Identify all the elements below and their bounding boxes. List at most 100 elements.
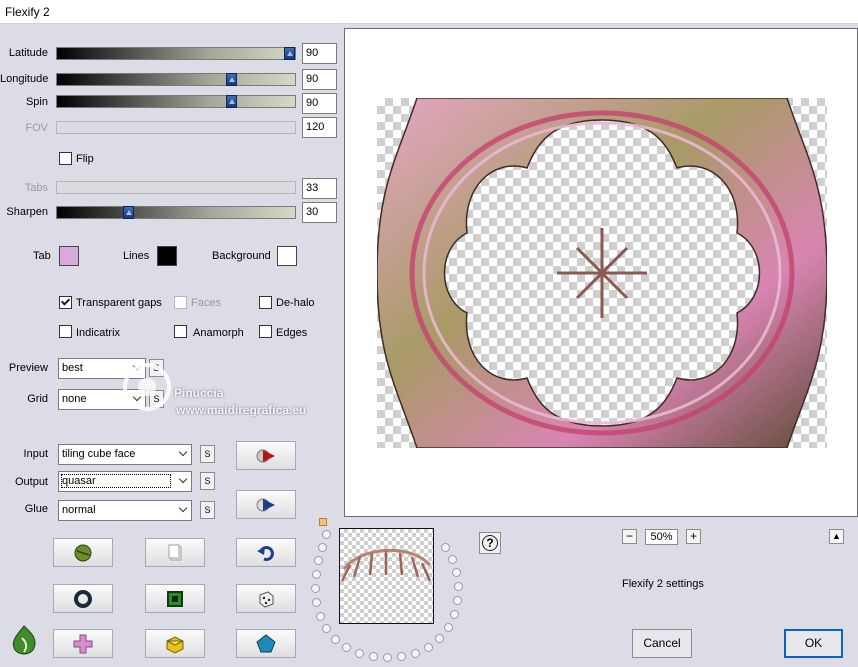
ring-dot[interactable] <box>435 634 444 643</box>
fov-slider <box>56 121 296 134</box>
de-halo-checkbox[interactable] <box>259 296 272 309</box>
input-s-button[interactable]: S <box>200 445 215 463</box>
ring-dot[interactable] <box>355 649 364 658</box>
title-bar: Flexify 2 <box>0 0 858 24</box>
spin-slider[interactable] <box>56 95 296 108</box>
background-color-swatch[interactable] <box>277 246 297 266</box>
chevron-down-icon <box>178 447 188 457</box>
ring-dot[interactable] <box>453 596 462 605</box>
help-button[interactable]: ? <box>479 532 501 554</box>
animate-button[interactable] <box>236 490 296 519</box>
ring-dot[interactable] <box>444 623 453 632</box>
ring-dot[interactable] <box>454 582 463 591</box>
ring-dot[interactable] <box>318 543 327 552</box>
indicatrix-label: Indicatrix <box>76 327 121 339</box>
background-color-label: Background <box>212 250 271 262</box>
output-select[interactable]: quasar <box>58 471 192 492</box>
zoom-level: 50% <box>645 529 678 545</box>
ok-button[interactable]: OK <box>784 629 843 658</box>
ring-dot[interactable] <box>322 530 331 539</box>
ring-dot[interactable] <box>316 612 325 621</box>
lines-color-label: Lines <box>123 250 150 262</box>
tabs-value[interactable]: 33 <box>302 178 337 199</box>
glue-s-button[interactable]: S <box>200 501 215 519</box>
ring-dot[interactable] <box>312 570 321 579</box>
sharpen-slider-thumb[interactable] <box>123 206 134 219</box>
latitude-slider-thumb[interactable] <box>284 47 295 60</box>
flip-label: Flip <box>76 153 94 165</box>
copy-button[interactable] <box>145 538 205 567</box>
frame-button[interactable] <box>145 584 205 613</box>
edges-checkbox[interactable] <box>259 325 272 338</box>
latitude-label: Latitude <box>8 47 48 59</box>
ring-dot[interactable] <box>424 643 433 652</box>
ring-dot[interactable] <box>450 610 459 619</box>
sharpen-value[interactable]: 30 <box>302 202 337 223</box>
dice-button[interactable] <box>236 584 296 613</box>
latitude-value[interactable]: 90 <box>302 43 337 64</box>
spin-value[interactable]: 90 <box>302 93 337 114</box>
spin-slider-thumb[interactable] <box>226 95 237 108</box>
ring-dot[interactable] <box>311 584 320 593</box>
anamorph-checkbox[interactable] <box>174 325 187 338</box>
output-s-button[interactable]: S <box>200 472 215 490</box>
ring-start-marker[interactable] <box>319 518 327 526</box>
watermark-name: Pinuccia <box>174 386 224 400</box>
tabs-label: Tabs <box>24 182 48 194</box>
glue-select[interactable]: normal <box>58 500 192 521</box>
ring-button[interactable] <box>53 584 113 613</box>
thumbnail-image <box>340 548 432 582</box>
zoom-in-button[interactable]: + <box>686 529 701 544</box>
indicatrix-checkbox[interactable] <box>59 325 72 338</box>
window-title: Flexify 2 <box>5 5 50 19</box>
preview-canvas[interactable] <box>344 28 858 517</box>
ring-dot[interactable] <box>314 556 323 565</box>
longitude-slider-thumb[interactable] <box>226 73 237 86</box>
flip-checkbox[interactable] <box>59 152 72 165</box>
zoom-out-button[interactable]: − <box>622 529 637 544</box>
cube-button[interactable] <box>145 629 205 658</box>
disc-play-icon <box>256 498 275 511</box>
transparent-gaps-label: Transparent gaps <box>76 297 162 309</box>
pentagon-button[interactable] <box>236 629 296 658</box>
copy-icon <box>168 544 182 560</box>
thumbnail-preview <box>339 528 434 624</box>
ring-dot[interactable] <box>383 653 392 662</box>
flexify-preview-image <box>377 98 827 448</box>
square-frame-icon <box>167 590 183 607</box>
cancel-button[interactable]: Cancel <box>632 629 692 658</box>
ring-dot[interactable] <box>312 598 321 607</box>
transparent-gaps-checkbox[interactable] <box>59 296 72 309</box>
longitude-label: Longitude <box>0 73 49 85</box>
collapse-button[interactable]: ▲ <box>829 529 844 544</box>
fov-value[interactable]: 120 <box>302 117 337 138</box>
render-button[interactable] <box>236 441 296 470</box>
lines-color-swatch[interactable] <box>157 246 177 266</box>
ring-dot[interactable] <box>322 624 331 633</box>
sphere-icon <box>74 544 92 561</box>
tab-color-swatch[interactable] <box>59 246 79 266</box>
sharpen-slider[interactable] <box>56 206 296 219</box>
faces-label: Faces <box>191 297 221 309</box>
ring-dot[interactable] <box>397 652 406 661</box>
preview-label: Preview <box>8 362 48 374</box>
ring-dot[interactable] <box>331 635 340 644</box>
undo-button[interactable] <box>236 538 296 567</box>
ring-dot[interactable] <box>411 649 420 658</box>
ring-dot[interactable] <box>452 568 461 577</box>
longitude-slider[interactable] <box>56 73 296 86</box>
ring-dot[interactable] <box>342 643 351 652</box>
input-select[interactable]: tiling cube face <box>58 444 192 465</box>
de-halo-label: De-halo <box>276 297 315 309</box>
latitude-slider[interactable] <box>56 47 296 60</box>
faces-checkbox <box>174 296 187 309</box>
longitude-value[interactable]: 90 <box>302 69 337 90</box>
cross-button[interactable] <box>53 629 113 658</box>
ring-dot[interactable] <box>441 543 450 552</box>
random-sphere-button[interactable] <box>53 538 113 567</box>
settings-label: Flexify 2 settings <box>622 578 704 590</box>
ring-dot[interactable] <box>369 652 378 661</box>
ring-dot[interactable] <box>448 555 457 564</box>
watermark-site: www.maidiregrafica.eu <box>176 403 307 417</box>
fov-label: FOV <box>25 122 48 134</box>
